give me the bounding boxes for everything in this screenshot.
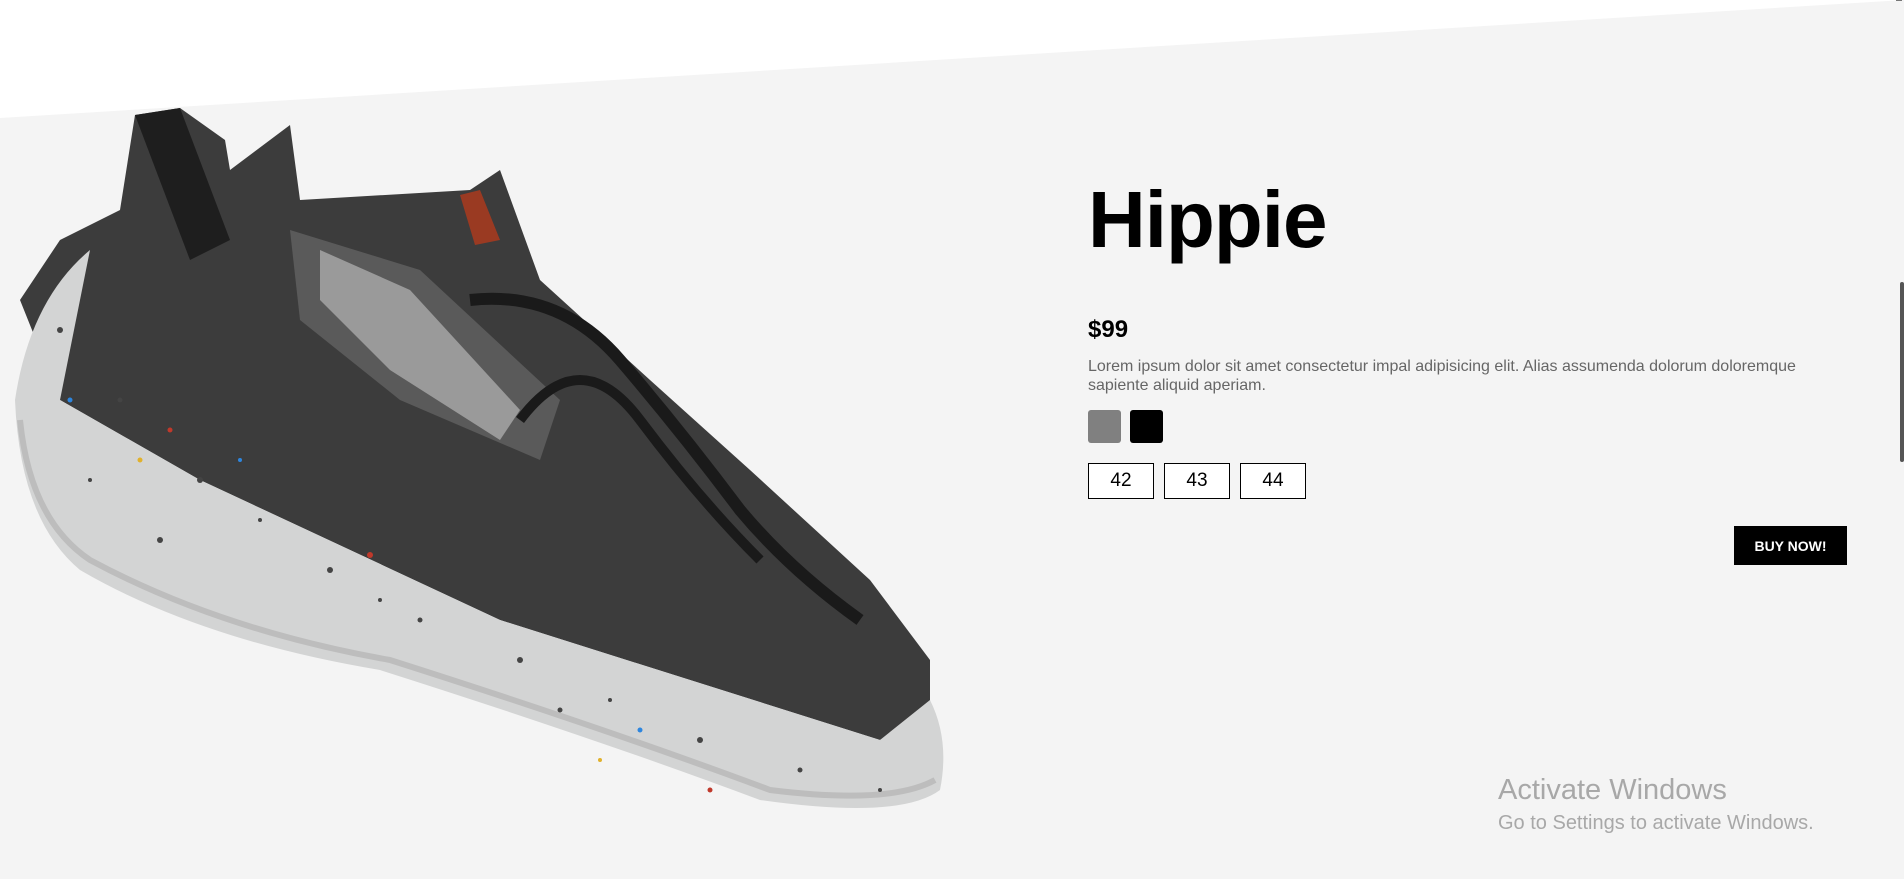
window-corner xyxy=(1896,0,1902,6)
size-options: 42 43 44 xyxy=(1088,463,1848,499)
watermark-subtitle: Go to Settings to activate Windows. xyxy=(1498,812,1814,834)
size-button-44[interactable]: 44 xyxy=(1240,463,1306,499)
product-title: Hippie xyxy=(1088,175,1327,264)
size-button-43[interactable]: 43 xyxy=(1164,463,1230,499)
color-swatches xyxy=(1088,410,1848,443)
size-button-42[interactable]: 42 xyxy=(1088,463,1154,499)
activate-windows-watermark: Activate Windows Go to Settings to activ… xyxy=(1498,773,1814,837)
shoe-image xyxy=(15,108,944,808)
product-description: Lorem ipsum dolor sit amet consectetur i… xyxy=(1088,358,1796,394)
watermark-title: Activate Windows xyxy=(1498,774,1727,806)
product-price: $99 xyxy=(1088,316,1129,343)
product-info: Hippie $99 Lorem ipsum dolor sit amet co… xyxy=(1088,175,1848,499)
color-swatch-gray[interactable] xyxy=(1088,410,1121,443)
buy-now-button[interactable]: BUY NOW! xyxy=(1734,526,1847,565)
color-swatch-black[interactable] xyxy=(1130,410,1163,443)
scrollbar-thumb[interactable] xyxy=(1900,282,1904,462)
